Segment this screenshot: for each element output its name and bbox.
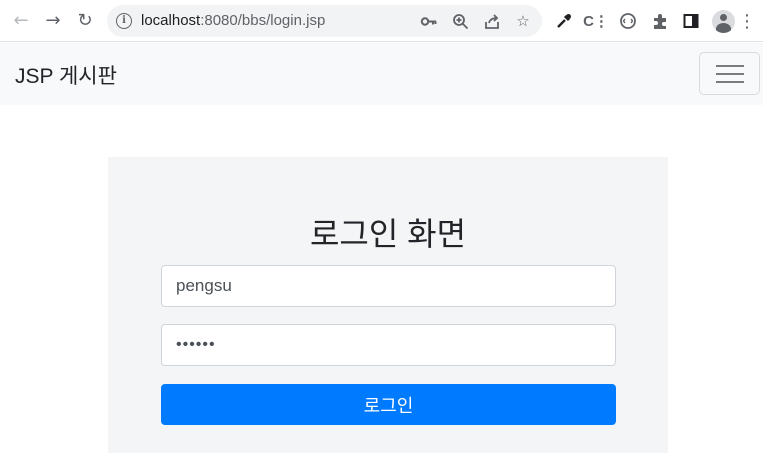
profile-avatar-icon[interactable] [712,10,735,33]
side-panel-icon[interactable] [680,10,702,32]
eyedropper-icon[interactable] [553,10,575,32]
site-navbar: JSP 게시판 [0,43,763,105]
login-submit-button[interactable]: 로그인 [161,384,616,425]
url-path: :8080/bbs/login.jsp [200,12,326,29]
key-icon[interactable] [418,11,438,31]
navbar-brand[interactable]: JSP 게시판 [15,60,117,90]
password-input[interactable] [161,324,616,366]
hamburger-menu-icon [716,65,744,67]
back-icon[interactable]: ← [8,8,34,34]
extension-circle-icon[interactable] [617,10,639,32]
reload-icon[interactable]: ↻ [72,8,98,34]
login-title: 로그인 화면 [309,216,467,252]
url-text[interactable]: localhost:8080/bbs/login.jsp [141,12,325,29]
share-icon[interactable] [482,11,502,31]
navbar-toggler-button[interactable] [699,52,760,95]
forward-icon[interactable]: → [40,8,66,34]
extension-c-icon[interactable]: C⋮ [583,10,609,32]
user-id-input[interactable] [161,265,616,307]
address-bar[interactable]: i localhost:8080/bbs/login.jsp ☆ [107,5,542,37]
puzzle-extensions-icon[interactable] [649,10,671,32]
zoom-icon[interactable] [450,11,470,31]
site-info-icon[interactable]: i [116,13,132,29]
browser-toolbar: ← → ↻ i localhost:8080/bbs/login.jsp ☆ C… [0,0,763,42]
menu-kebab-icon[interactable]: ⋮ [736,10,758,32]
bookmark-star-icon[interactable]: ☆ [513,11,533,31]
login-panel: 로그인 화면 로그인 [108,157,668,453]
url-host: localhost [141,12,201,29]
